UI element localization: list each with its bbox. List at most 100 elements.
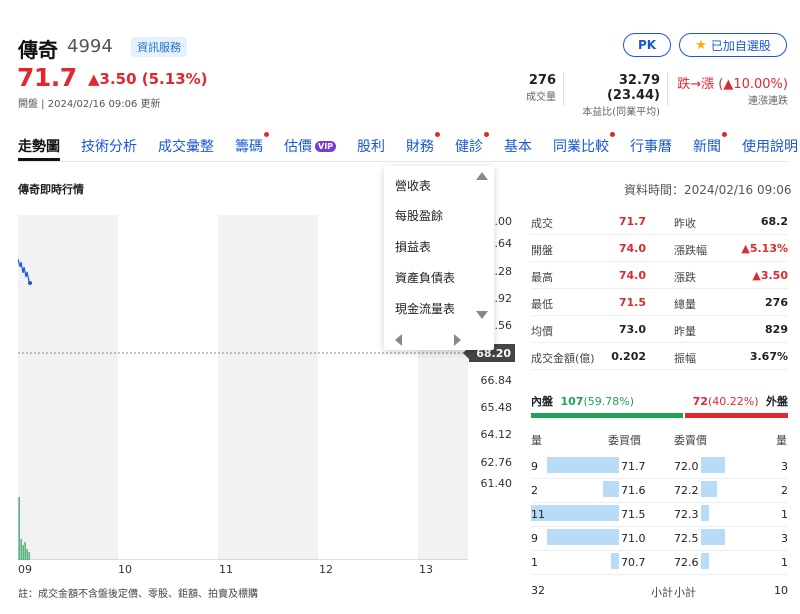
quote-label: 漲跌 — [674, 271, 696, 284]
tabs-divider — [18, 161, 788, 162]
y-tick-label: 64.12 — [480, 428, 513, 441]
menu-item-income-statement[interactable]: 損益表 — [395, 238, 431, 255]
bid-subtotal-label: 小計 — [651, 586, 673, 599]
tab-6[interactable]: 財務 — [406, 132, 441, 160]
menu-item-balance-sheet[interactable]: 資產負債表 — [395, 269, 455, 286]
bid-qty: 11 — [531, 508, 545, 521]
outer-label: 外盤 — [766, 395, 788, 408]
tab-10[interactable]: 行事曆 — [630, 136, 672, 160]
pk-button[interactable]: PK — [623, 33, 671, 57]
quote-row: 最高 74.0 漲跌 ▲3.50 — [531, 262, 788, 289]
tab-0[interactable]: 走勢圖 — [18, 136, 60, 160]
quote-row: 成交 71.7 昨收 68.2 — [531, 208, 788, 235]
bid-qty: 9 — [531, 460, 538, 473]
volume-label: 成交量 — [526, 92, 556, 103]
order-book-row: 11 71.5 72.3 1 — [531, 503, 788, 527]
volume-bar — [24, 542, 26, 560]
volume-value: 276 — [528, 73, 556, 88]
ask-depth-bar — [701, 505, 709, 521]
main-tabs: 走勢圖 技術分析 成交彙整 籌碼 估價 VIP 股利 財務 健診 基本 同業比較 行事曆 新聞 使用說明 — [18, 132, 798, 160]
tab-label: 技術分析 — [81, 139, 137, 155]
watchlist-button[interactable]: ★ 已加自選股 — [679, 33, 787, 57]
volume-bar — [18, 497, 20, 560]
scroll-down-icon[interactable] — [476, 311, 488, 319]
quote-label: 開盤 — [531, 244, 553, 257]
streak-value: 跌→漲 (▲10.00%) — [677, 77, 788, 92]
bid-depth-bar — [547, 529, 619, 545]
quote-value: 829 — [765, 323, 788, 336]
volume-bar — [26, 549, 28, 560]
tab-5[interactable]: 股利 — [357, 136, 385, 160]
quote-row: 最低 71.5 總量 276 — [531, 289, 788, 316]
tab-label: 使用說明 — [742, 139, 799, 155]
quote-label: 最低 — [531, 298, 553, 311]
tab-8[interactable]: 基本 — [504, 136, 532, 160]
ask-price: 72.3 — [674, 508, 699, 521]
tab-label: 走勢圖 — [18, 139, 60, 155]
tab-11[interactable]: 新聞 — [693, 132, 728, 160]
ask-price-header: 委賣價 — [674, 434, 707, 447]
outer-value: 72 — [692, 395, 708, 408]
order-book-row: 1 70.7 72.6 1 — [531, 551, 788, 575]
scroll-right-icon[interactable] — [454, 334, 461, 346]
x-tick-label: 10 — [118, 563, 132, 576]
x-tick-label: 11 — [219, 563, 233, 576]
ask-depth-bar — [701, 457, 725, 473]
industry-badge[interactable]: 資訊服務 — [131, 37, 187, 57]
volume-bar — [28, 552, 30, 560]
ask-total: 10 — [774, 584, 788, 597]
tab-label: 新聞 — [693, 139, 722, 155]
y-tick-label: 65.48 — [480, 401, 513, 414]
bid-ask-ratio: 內盤 107(59.78%) 72(40.22%) 外盤 — [531, 393, 788, 409]
quote-value: ▲5.13% — [741, 242, 788, 255]
y-tick-label: 66.84 — [480, 374, 513, 387]
ask-qty: 1 — [781, 556, 788, 569]
quote-value: 74.0 — [618, 269, 646, 282]
order-book-footer: 32 小計 小計 10 — [531, 579, 788, 603]
scroll-left-icon[interactable] — [395, 334, 402, 346]
bid-price: 71.0 — [621, 532, 646, 545]
tab-4[interactable]: 估價 VIP — [284, 136, 337, 160]
watchlist-button-label: 已加自選股 — [710, 38, 771, 53]
quote-value: 71.7 — [618, 215, 646, 228]
bid-qty: 1 — [531, 556, 538, 569]
volume-bar — [22, 545, 24, 560]
tab-1[interactable]: 技術分析 — [81, 136, 137, 160]
tab-3[interactable]: 籌碼 — [235, 132, 269, 160]
chart-band — [118, 215, 218, 560]
inner-ratio-bar — [531, 413, 683, 418]
ask-qty: 1 — [781, 508, 788, 521]
pe-label: 本益比(同業平均) — [582, 107, 660, 118]
tab-label: 成交彙整 — [158, 139, 214, 155]
streak-label: 連漲連跌 — [748, 96, 788, 107]
inner-label: 內盤 — [531, 395, 553, 408]
bid-price-header: 委買價 — [608, 434, 641, 447]
quote-value: 71.5 — [618, 296, 646, 309]
quote-label: 成交金額(億) — [531, 352, 595, 365]
inner-pct: (59.78%) — [583, 395, 634, 408]
tab-7[interactable]: 健診 — [455, 132, 490, 160]
divider — [667, 72, 668, 106]
ask-qty: 3 — [781, 532, 788, 545]
menu-item-eps[interactable]: 每股盈餘 — [395, 207, 443, 224]
pe-value: 32.79 (23.44) — [606, 73, 660, 103]
ask-depth-bar — [701, 553, 709, 569]
footnote: 註：成交金額不含盤後定價、零股、鉅額、拍賣及標購 — [18, 589, 258, 600]
tab-9[interactable]: 同業比較 — [553, 132, 616, 160]
ask-price: 72.6 — [674, 556, 699, 569]
bid-depth-bar — [547, 457, 619, 473]
volume-stat: 276 成交量 — [520, 73, 556, 103]
volume-bar — [20, 539, 22, 560]
scroll-up-icon[interactable] — [476, 172, 488, 180]
tab-2[interactable]: 成交彙整 — [158, 136, 214, 160]
bid-depth-bar — [611, 553, 619, 569]
bid-price: 71.5 — [621, 508, 646, 521]
quote-label: 漲跌幅 — [674, 244, 707, 257]
menu-item-revenue[interactable]: 營收表 — [395, 177, 431, 194]
tab-12[interactable]: 使用說明 — [742, 136, 798, 160]
quote-label: 昨量 — [674, 325, 696, 338]
tab-label: 估價 — [284, 139, 312, 155]
quote-value: ▲3.50 — [752, 269, 788, 282]
stock-code: 4994 — [67, 36, 113, 57]
menu-item-cash-flow[interactable]: 現金流量表 — [395, 300, 455, 317]
